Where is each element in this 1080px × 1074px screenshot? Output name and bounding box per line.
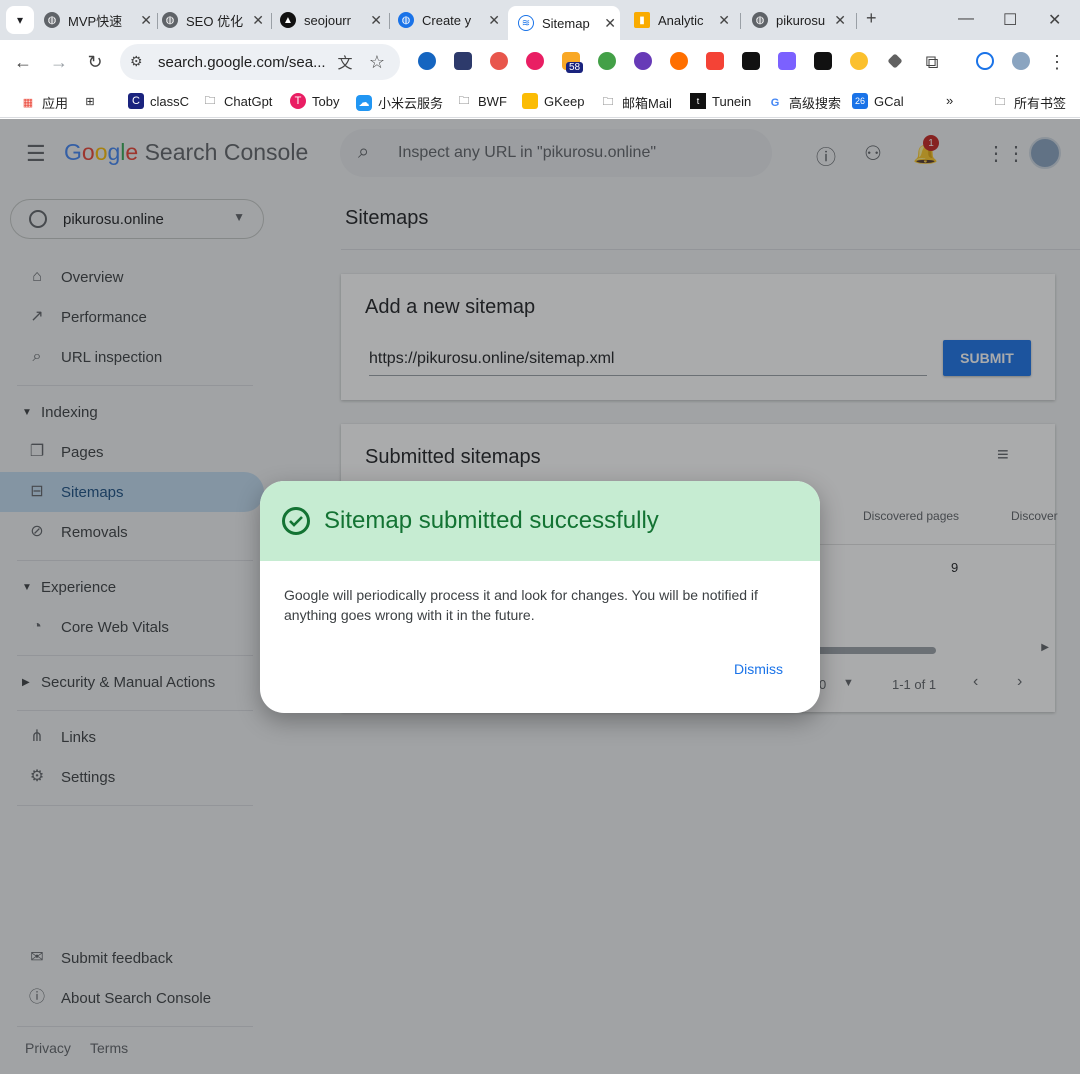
bookmark-xiaomi[interactable]: ☁ 小米云服务 <box>356 93 443 112</box>
tab-create[interactable]: ◍ Create y ✕ <box>398 6 504 34</box>
check-circle-icon <box>282 507 310 535</box>
bookmarks-overflow[interactable]: » <box>946 93 953 108</box>
close-icon[interactable]: ✕ <box>140 12 152 29</box>
tab-mvp[interactable]: ◍ MVP快速 ✕ <box>44 6 156 34</box>
tab-seojourney[interactable]: ▲ seojourr ✕ <box>280 6 386 34</box>
new-tab-button[interactable]: + <box>866 8 877 29</box>
reload-icon[interactable]: ↻ <box>84 52 106 73</box>
tunein-icon: t <box>690 93 706 109</box>
tab-pikurosu[interactable]: ◍ pikurosu ✕ <box>752 6 850 34</box>
triangle-icon: ▲ <box>280 12 296 28</box>
tab-search-button[interactable]: ▾ <box>6 6 34 34</box>
star-icon[interactable]: ☆ <box>366 52 388 73</box>
extension-pin-icon[interactable] <box>490 52 508 70</box>
maximize-button[interactable]: ☐ <box>1003 10 1017 30</box>
minimize-button[interactable]: — <box>958 10 974 28</box>
extension-badge: 58 <box>566 62 584 73</box>
sitemap-success-dialog: Sitemap submitted successfully Google wi… <box>260 481 820 713</box>
close-icon[interactable]: ✕ <box>718 12 730 29</box>
extension-k-icon[interactable] <box>706 52 724 70</box>
tab-seo[interactable]: ◍ SEO 优化 ✕ <box>162 6 268 34</box>
bookmark-apps[interactable]: ▦ 应用 <box>20 93 68 112</box>
bookmark-classc[interactable]: CclassC <box>128 93 189 109</box>
forward-arrow-icon[interactable]: → <box>48 52 70 73</box>
bookmark-advanced-search[interactable]: G 高级搜索 <box>767 93 841 112</box>
bookmark-grid[interactable]: ⊞ <box>82 93 104 109</box>
globe-icon: ◍ <box>398 12 414 28</box>
extension-s-icon[interactable] <box>670 52 688 70</box>
extension-clock-icon[interactable] <box>850 52 868 70</box>
bookmark-gkeep[interactable]: GKeep <box>522 93 584 109</box>
site-settings-icon[interactable]: ⚙ <box>130 53 143 70</box>
folder-icon: 🗀 <box>602 96 614 108</box>
close-icon[interactable]: ✕ <box>370 12 382 29</box>
tab-sitemaps-active[interactable]: ≋ Sitemap ✕ <box>508 6 620 40</box>
folder-icon: 🗀 <box>204 94 216 107</box>
bookmark-bwf[interactable]: 🗀 BWF <box>456 93 507 109</box>
download-icon[interactable] <box>976 52 994 70</box>
search-console-icon: ≋ <box>518 15 534 31</box>
extension-v-icon[interactable] <box>418 52 436 70</box>
bookmark-all[interactable]: 🗀 所有书签 <box>992 93 1067 112</box>
folder-icon: 🗀 <box>994 96 1006 108</box>
calendar-icon: 26 <box>852 93 868 109</box>
puzzle-icon[interactable]: ⧉ <box>921 52 943 73</box>
analytics-icon: ▮ <box>634 12 650 28</box>
globe-icon: ◍ <box>44 12 60 28</box>
cloud-icon: ☁ <box>356 94 372 111</box>
browser-tabstrip: ▾ ◍ MVP快速 ✕ ◍ SEO 优化 ✕ ▲ seojourr ✕ ◍ Cr… <box>0 0 1080 40</box>
globe-icon: ◍ <box>162 12 178 28</box>
extension-diamond-icon[interactable] <box>887 53 903 69</box>
grid-icon: ⊞ <box>85 95 95 108</box>
dialog-title: Sitemap submitted successfully <box>324 507 659 534</box>
close-icon[interactable]: ✕ <box>604 15 616 32</box>
extension-books-icon[interactable] <box>454 52 472 70</box>
extension-url-icon[interactable] <box>814 52 832 70</box>
close-icon[interactable]: ✕ <box>834 12 846 29</box>
bookmark-tunein[interactable]: t Tunein <box>690 93 751 109</box>
tab-analytics[interactable]: ▮ Analytic ✕ <box>634 6 734 34</box>
dialog-message: Google will periodically process it and … <box>284 587 758 623</box>
extension-figma-icon[interactable] <box>778 52 796 70</box>
close-icon[interactable]: ✕ <box>488 12 500 29</box>
bookmark-chatgpt[interactable]: 🗀 ChatGpt <box>202 93 273 109</box>
extension-tab-icon[interactable] <box>742 52 760 70</box>
kebab-menu-icon[interactable]: ⋮ <box>1046 52 1068 73</box>
apps-grid-icon: ▦ <box>22 97 34 109</box>
chevron-right-double-icon: » <box>946 93 954 108</box>
keep-icon <box>522 93 538 109</box>
address-bar[interactable]: ⚙ search.google.com/sea... <box>120 44 400 80</box>
globe-icon: ◍ <box>752 12 768 28</box>
back-arrow-icon[interactable]: ← <box>12 52 34 73</box>
google-g-icon: G <box>770 96 780 109</box>
bookmark-mail[interactable]: 🗀 邮箱Mail <box>600 93 672 112</box>
bookmark-toby[interactable]: T Toby <box>290 93 339 109</box>
classc-icon: C <box>128 93 144 109</box>
extension-toby-icon[interactable] <box>526 52 544 70</box>
close-icon[interactable]: ✕ <box>252 12 264 29</box>
profile-avatar[interactable] <box>1012 52 1030 70</box>
bookmark-gcal[interactable]: 26 GCal <box>852 93 904 109</box>
dialog-header: Sitemap submitted successfully <box>260 481 820 561</box>
dismiss-button[interactable]: Dismiss <box>734 661 783 677</box>
bookmarks-bar: ▦ 应用 ⊞ CclassC 🗀 ChatGpt T Toby ☁ 小米云服务 🗀 BWF… <box>0 84 1080 118</box>
translate-icon[interactable]: 文 <box>334 52 356 73</box>
extension-grammarly-icon[interactable] <box>634 52 652 70</box>
browser-toolbar: ← → ↻ ⚙ search.google.com/sea... 文 ☆ 58 … <box>0 40 1080 84</box>
folder-icon: 🗀 <box>458 94 470 107</box>
toby-icon: T <box>290 93 306 109</box>
chevron-down-icon: ▾ <box>16 13 24 27</box>
close-window-button[interactable]: ✕ <box>1048 10 1061 30</box>
extension-vpn-icon[interactable] <box>598 52 616 70</box>
